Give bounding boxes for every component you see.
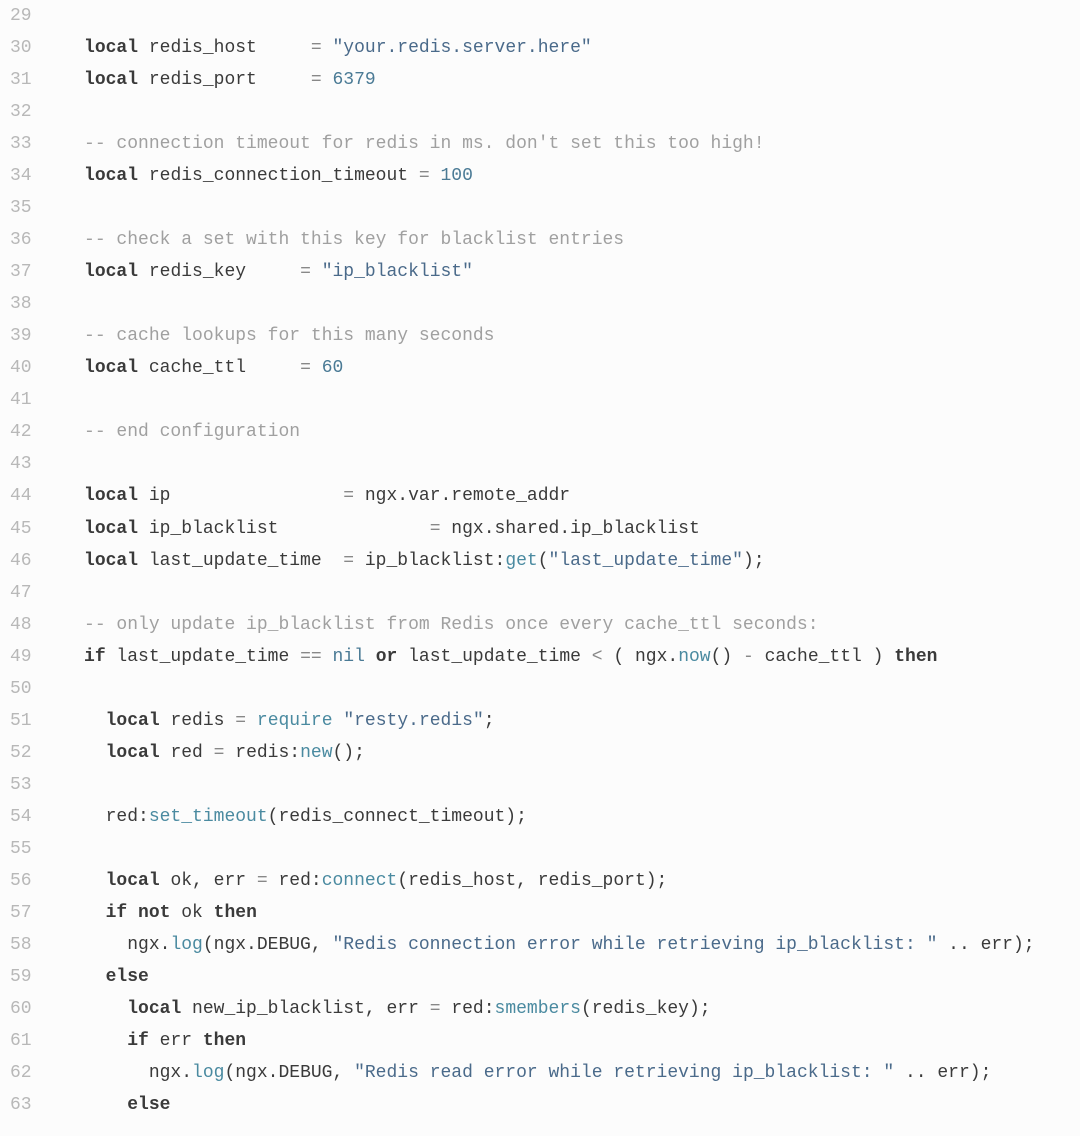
code-line [52, 96, 1070, 128]
code-line: -- connection timeout for redis in ms. d… [52, 128, 1070, 160]
code-line: -- check a set with this key for blackli… [52, 224, 1070, 256]
line-number: 55 [10, 833, 32, 865]
line-number: 51 [10, 705, 32, 737]
code-line [52, 384, 1070, 416]
line-number: 54 [10, 801, 32, 833]
line-number: 47 [10, 577, 32, 609]
code-line: if last_update_time == nil or last_updat… [52, 641, 1070, 673]
line-number: 53 [10, 769, 32, 801]
code-line: local last_update_time = ip_blacklist:ge… [52, 545, 1070, 577]
code-line: local redis = require "resty.redis"; [52, 705, 1070, 737]
code-line: local ip = ngx.var.remote_addr [52, 480, 1070, 512]
code-editor: 2930313233343536373839404142434445464748… [10, 0, 1070, 1121]
code-line: if not ok then [52, 897, 1070, 929]
line-number: 59 [10, 961, 32, 993]
code-line: local redis_port = 6379 [52, 64, 1070, 96]
line-number: 44 [10, 480, 32, 512]
code-line: red:set_timeout(redis_connect_timeout); [52, 801, 1070, 833]
line-number: 36 [10, 224, 32, 256]
line-number: 62 [10, 1057, 32, 1089]
code-line: local new_ip_blacklist, err = red:smembe… [52, 993, 1070, 1025]
code-line: ngx.log(ngx.DEBUG, "Redis read error whi… [52, 1057, 1070, 1089]
line-number: 46 [10, 545, 32, 577]
line-number: 33 [10, 128, 32, 160]
line-number: 50 [10, 673, 32, 705]
line-number: 31 [10, 64, 32, 96]
code-line: else [52, 1089, 1070, 1121]
code-line: ngx.log(ngx.DEBUG, "Redis connection err… [52, 929, 1070, 961]
code-line: local cache_ttl = 60 [52, 352, 1070, 384]
line-number: 38 [10, 288, 32, 320]
code-line [52, 192, 1070, 224]
code-line [52, 577, 1070, 609]
line-number: 57 [10, 897, 32, 929]
line-number: 29 [10, 0, 32, 32]
code-content: local redis_host = "your.redis.server.he… [52, 0, 1070, 1121]
code-line: else [52, 961, 1070, 993]
code-line: local redis_connection_timeout = 100 [52, 160, 1070, 192]
line-number: 37 [10, 256, 32, 288]
line-number: 34 [10, 160, 32, 192]
code-line [52, 769, 1070, 801]
line-number: 39 [10, 320, 32, 352]
line-number: 52 [10, 737, 32, 769]
code-line: if err then [52, 1025, 1070, 1057]
line-number: 41 [10, 384, 32, 416]
code-line: local redis_host = "your.redis.server.he… [52, 32, 1070, 64]
line-number-gutter: 2930313233343536373839404142434445464748… [10, 0, 52, 1121]
line-number: 30 [10, 32, 32, 64]
code-line: -- only update ip_blacklist from Redis o… [52, 609, 1070, 641]
code-line [52, 288, 1070, 320]
line-number: 35 [10, 192, 32, 224]
line-number: 42 [10, 416, 32, 448]
line-number: 61 [10, 1025, 32, 1057]
code-line: local ip_blacklist = ngx.shared.ip_black… [52, 513, 1070, 545]
code-line [52, 448, 1070, 480]
line-number: 58 [10, 929, 32, 961]
code-line: local redis_key = "ip_blacklist" [52, 256, 1070, 288]
line-number: 32 [10, 96, 32, 128]
line-number: 63 [10, 1089, 32, 1121]
line-number: 43 [10, 448, 32, 480]
line-number: 60 [10, 993, 32, 1025]
code-line: -- cache lookups for this many seconds [52, 320, 1070, 352]
code-line: local red = redis:new(); [52, 737, 1070, 769]
code-line [52, 673, 1070, 705]
code-line: -- end configuration [52, 416, 1070, 448]
line-number: 49 [10, 641, 32, 673]
line-number: 40 [10, 352, 32, 384]
code-line [52, 833, 1070, 865]
line-number: 45 [10, 513, 32, 545]
line-number: 56 [10, 865, 32, 897]
line-number: 48 [10, 609, 32, 641]
code-line [52, 0, 1070, 32]
code-line: local ok, err = red:connect(redis_host, … [52, 865, 1070, 897]
